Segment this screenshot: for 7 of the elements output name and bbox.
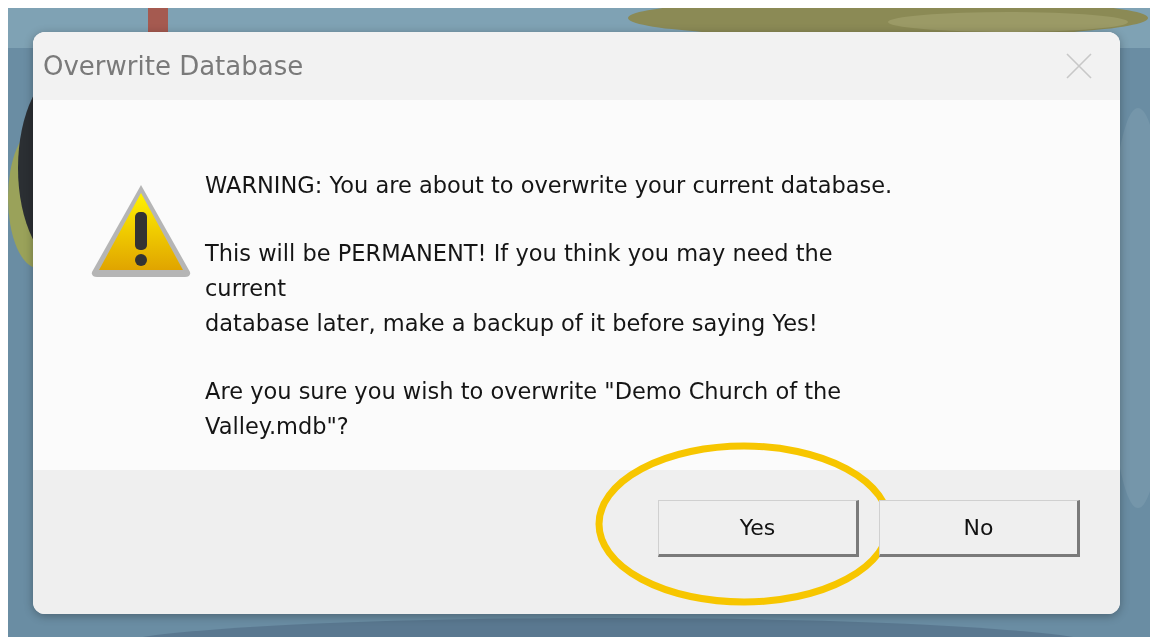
no-button[interactable]: No	[879, 500, 1080, 557]
message-text: This will be PERMANENT! If you think you may need the current database later, make a backup of it before saying Yes!	[205, 239, 834, 338]
message-text: WARNING: You are about to overwrite your current database.	[205, 171, 893, 200]
close-icon[interactable]	[1066, 53, 1092, 79]
window-title: Overwrite Database	[43, 51, 304, 81]
yes-button[interactable]: Yes	[658, 500, 859, 557]
message-text: Are you sure you wish to overwrite "Demo Church of the Valley.mdb"?	[205, 377, 843, 441]
